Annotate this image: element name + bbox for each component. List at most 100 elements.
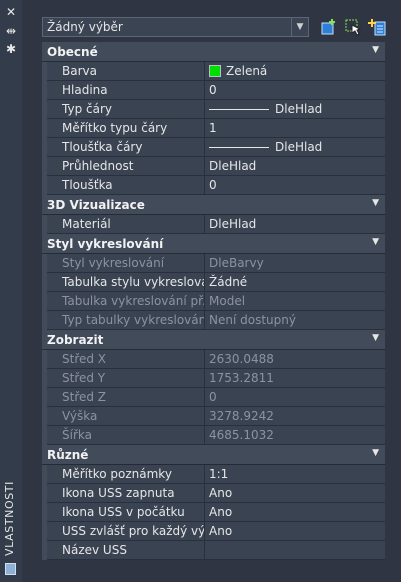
property-row[interactable]: Tloušťka čáry DleHlad	[42, 138, 385, 157]
property-row[interactable]: Výška 3278.9242	[42, 407, 385, 426]
property-row[interactable]: Typ čáry DleHlad	[42, 100, 385, 119]
line-preview	[209, 146, 269, 148]
property-row[interactable]: Střed Z 0	[42, 388, 385, 407]
property-value-text: Zelená	[226, 64, 268, 78]
color-swatch	[209, 65, 221, 77]
property-label: Styl vykreslování	[42, 254, 205, 273]
property-row[interactable]: Ikona USS v počátku Ano	[42, 503, 385, 522]
property-value[interactable]: Ano	[205, 503, 385, 522]
property-label: Ikona USS v počátku	[42, 503, 205, 522]
property-value[interactable]: 1:1	[205, 465, 385, 484]
property-value-text: DleBarvy	[209, 256, 264, 270]
property-value: 0	[205, 388, 385, 407]
property-row[interactable]: Tabulka stylu vykreslování Žádné	[42, 273, 385, 292]
property-value[interactable]: DleHlad	[205, 100, 385, 119]
property-row[interactable]: Měřítko typu čáry 1	[42, 119, 385, 138]
section-header[interactable]: Styl vykreslování ▼	[42, 234, 385, 254]
property-value: Není dostupný	[205, 311, 385, 330]
property-value[interactable]: DleHlad	[205, 215, 385, 234]
property-value-text: DleHlad	[275, 102, 323, 116]
row-gutter	[42, 407, 47, 426]
row-gutter	[42, 273, 47, 292]
section-title: Zobrazit	[47, 332, 104, 347]
property-row[interactable]: Název USS	[42, 541, 385, 560]
property-value: Model	[205, 292, 385, 311]
properties-settings-icon[interactable]: ✱	[4, 42, 18, 56]
property-label: Výška	[42, 407, 205, 426]
property-value[interactable]: DleHlad	[205, 138, 385, 157]
row-gutter	[42, 100, 47, 119]
property-row[interactable]: Měřítko poznámky 1:1	[42, 465, 385, 484]
property-label: Tabulka stylu vykreslování	[42, 273, 205, 292]
property-label: Průhlednost	[42, 157, 205, 176]
property-value-text: Ano	[209, 524, 233, 538]
property-value-text: 0	[209, 178, 217, 192]
property-value[interactable]: Žádné	[205, 273, 385, 292]
property-row[interactable]: Střed Y 1753.2811	[42, 369, 385, 388]
property-value[interactable]: DleHlad	[205, 157, 385, 176]
property-row[interactable]: Materiál DleHlad	[42, 215, 385, 234]
property-label: Střed X	[42, 350, 205, 369]
property-row[interactable]: Tabulka vykreslování př... Model	[42, 292, 385, 311]
section-header[interactable]: Zobrazit ▼	[42, 330, 385, 350]
property-row[interactable]: Barva Zelená	[42, 62, 385, 81]
property-value-text: DleHlad	[209, 159, 257, 173]
property-value[interactable]: 0	[205, 176, 385, 195]
palette-menu-icon[interactable]	[5, 563, 16, 575]
property-value[interactable]: Ano	[205, 484, 385, 503]
row-gutter	[42, 465, 47, 484]
property-row[interactable]: Průhlednost DleHlad	[42, 157, 385, 176]
property-label: Typ čáry	[42, 100, 205, 119]
property-row[interactable]: Střed X 2630.0488	[42, 350, 385, 369]
property-row[interactable]: Šířka 4685.1032	[42, 426, 385, 445]
property-value: 1753.2811	[205, 369, 385, 388]
property-value[interactable]	[205, 541, 385, 560]
row-gutter	[42, 541, 47, 560]
property-value-text: 0	[209, 390, 217, 404]
row-gutter	[42, 350, 47, 369]
property-grid-edge	[385, 42, 401, 582]
property-row[interactable]: Tloušťka 0	[42, 176, 385, 195]
close-icon[interactable]: ✕	[4, 5, 18, 19]
property-value: 3278.9242	[205, 407, 385, 426]
property-value[interactable]: 0	[205, 81, 385, 100]
property-value[interactable]: Ano	[205, 522, 385, 541]
collapse-chevron-icon[interactable]: ▼	[372, 333, 379, 343]
property-row[interactable]: USS zvlášť pro každý vý... Ano	[42, 522, 385, 541]
row-gutter	[42, 426, 47, 445]
property-value[interactable]: 1	[205, 119, 385, 138]
row-gutter	[42, 388, 47, 407]
row-gutter	[42, 292, 47, 311]
collapse-chevron-icon[interactable]: ▼	[372, 237, 379, 247]
collapse-chevron-icon[interactable]: ▼	[372, 198, 379, 208]
property-label: Materiál	[42, 215, 205, 234]
property-value-text: 1:1	[209, 467, 229, 481]
property-value-text: DleHlad	[209, 217, 257, 231]
select-objects-icon[interactable]	[343, 17, 363, 37]
property-row[interactable]: Styl vykreslování DleBarvy	[42, 254, 385, 273]
property-label: USS zvlášť pro každý vý...	[42, 522, 205, 541]
chevron-down-icon[interactable]: ▼	[291, 18, 308, 36]
quick-select-icon[interactable]	[319, 17, 339, 37]
property-row[interactable]: Typ tabulky vykreslování Není dostupný	[42, 311, 385, 330]
property-label: Šířka	[42, 426, 205, 445]
auto-hide-icon[interactable]: ⇹	[4, 24, 18, 38]
property-value-text: 4685.1032	[209, 428, 274, 442]
section-header[interactable]: Různé ▼	[42, 445, 385, 465]
toggle-pickadd-icon[interactable]	[367, 17, 387, 37]
property-value[interactable]: Zelená	[205, 62, 385, 81]
palette-titlebar: ✕ ⇹ ✱ VLASTNOSTI	[0, 0, 23, 582]
property-label: Měřítko poznámky	[42, 465, 205, 484]
section-header[interactable]: 3D Vizualizace ▼	[42, 195, 385, 215]
section-title: Obecné	[47, 44, 98, 59]
property-value-text: 1	[209, 121, 217, 135]
property-row[interactable]: Ikona USS zapnuta Ano	[42, 484, 385, 503]
collapse-chevron-icon[interactable]: ▼	[372, 448, 379, 458]
row-gutter	[42, 484, 47, 503]
property-row[interactable]: Hladina 0	[42, 81, 385, 100]
collapse-chevron-icon[interactable]: ▼	[372, 45, 379, 55]
property-label: Typ tabulky vykreslování	[42, 311, 205, 330]
section-header[interactable]: Obecné ▼	[42, 42, 385, 62]
selection-dropdown[interactable]: Žádný výběr ▼	[42, 17, 309, 37]
section-title: Styl vykreslování	[47, 236, 164, 251]
